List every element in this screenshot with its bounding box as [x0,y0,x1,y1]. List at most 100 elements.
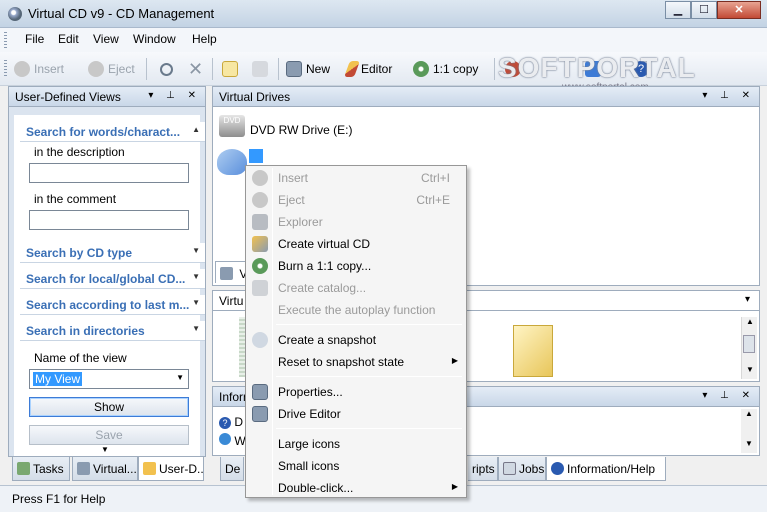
info-row-label: D [234,415,244,429]
minimize-button[interactable]: ▁ [665,1,691,19]
vertical-scrollbar[interactable]: ▲ ▼ [741,317,757,379]
tab-tasks[interactable]: Tasks [12,457,70,481]
jobs-icon [503,462,516,475]
dvd-drive-icon[interactable]: DVD [219,115,245,137]
scroll-up-icon[interactable]: ▲ [745,409,753,418]
save-button[interactable]: Save [29,425,189,445]
user-views-icon [143,462,156,475]
dropdown-arrow-icon: ▼ [176,373,184,382]
new-button[interactable]: New [286,60,330,78]
menu-double-click[interactable]: Double-click... ▶ [248,477,464,499]
show-button[interactable]: Show [29,397,189,417]
panel-title: Virtu [219,294,244,308]
tab-de[interactable]: De [220,457,244,481]
scroll-thumb[interactable] [743,335,755,353]
menu-shortcut: Ctrl+I [420,171,450,185]
view-name-select[interactable]: My View ▼ [29,369,189,389]
app-cd-icon [8,7,22,21]
tab-virtual[interactable]: Virtual... [72,457,138,481]
scroll-down-icon[interactable]: ▼ [745,439,753,448]
pin-button[interactable] [252,60,268,78]
tab-user-defined[interactable]: User-D... [138,457,204,481]
menu-label: Create virtual CD [278,237,371,251]
toolbar-separator [494,58,495,80]
comment-input[interactable] [29,210,189,230]
new-view-button[interactable] [222,60,238,78]
scroll-down-icon[interactable]: ▼ [101,445,109,454]
close-button[interactable]: ✕ [717,1,761,19]
menu-large-icons[interactable]: Large icons [248,433,464,455]
menu-create-snapshot[interactable]: Create a snapshot [248,329,464,351]
description-input[interactable] [29,163,189,183]
folder-icon[interactable] [513,325,553,377]
question-icon: ? [219,417,231,429]
virtual-drive-label-selected[interactable] [249,149,263,163]
eject-button[interactable]: Eject [88,60,135,78]
toolbar-grip-icon[interactable] [4,60,7,78]
menu-label: Explorer [278,215,323,229]
insert-button[interactable]: Insert [14,60,64,78]
menubar-grip-icon[interactable] [4,32,7,48]
maximize-button[interactable]: ☐ [691,1,717,19]
new-drive-icon [286,61,302,77]
group-title: Search according to last m... [26,298,190,312]
menu-shortcut: Ctrl+E [416,193,450,207]
editor-button[interactable]: Editor [344,60,392,78]
menu-window[interactable]: Window [133,32,176,46]
tab-label: De [225,462,241,476]
menu-reset-snapshot[interactable]: Reset to snapshot state ▶ [248,351,464,373]
vertical-scrollbar[interactable]: ▲ ▼ [741,409,757,453]
group-title: Search for words/charact... [26,125,181,139]
dropdown-arrow-icon[interactable]: ▾ [745,294,755,305]
menu-label: Large icons [278,437,341,451]
tab-label: Virtual... [93,462,137,476]
group-title: Search by CD type [26,246,133,260]
group-search-words[interactable]: Search for words/charact... ▲ [20,122,205,142]
tab-jobs[interactable]: Jobs [498,457,546,481]
info-row[interactable]: ? D [219,415,243,429]
menu-autoplay[interactable]: Execute the autoplay function [248,299,464,321]
menu-edit[interactable]: Edit [58,32,79,46]
user-defined-views-panel: User-Defined Views ▾ ⊥ ✕ Search for word… [8,86,206,457]
menu-create-catalog[interactable]: Create catalog... [248,277,464,299]
menu-properties[interactable]: Properties... [248,381,464,403]
menu-insert[interactable]: Insert Ctrl+I [248,167,464,189]
help-icon [551,462,564,475]
menu-drive-editor[interactable]: Drive Editor [248,403,464,425]
group-cd-type[interactable]: Search by CD type ▼ [20,243,205,263]
scroll-down-icon[interactable]: ▼ [746,365,754,374]
menu-create-virtual-cd[interactable]: Create virtual CD [248,233,464,255]
tab-label: User-D... [159,462,204,476]
panel-controls[interactable]: ▾ ⊥ ✕ [702,90,755,101]
delete-button[interactable]: ✕ [188,59,203,79]
menu-view[interactable]: View [93,32,119,46]
tab-scripts[interactable]: ripts [468,457,498,481]
menu-burn-copy[interactable]: Burn a 1:1 copy... [248,255,464,277]
create-cd-icon [252,236,268,252]
menu-file[interactable]: File [25,32,44,46]
expand-icon: ▼ [192,324,200,333]
eject-disc-icon [252,192,268,208]
scroll-up-icon[interactable]: ▲ [746,317,754,326]
dvd-drive-label[interactable]: DVD RW Drive (E:) [250,123,352,137]
properties-icon [252,384,268,400]
menu-help[interactable]: Help [192,32,217,46]
panel-controls[interactable]: ▾ ⊥ ✕ [702,390,755,401]
panel-header: Virtual Drives ▾ ⊥ ✕ [213,87,759,107]
menu-small-icons[interactable]: Small icons [248,455,464,477]
menu-explorer[interactable]: Explorer [248,211,464,233]
menu-eject[interactable]: Eject Ctrl+E [248,189,464,211]
toolbar-separator [146,58,147,80]
copy-button[interactable]: 1:1 copy [413,60,478,78]
submenu-arrow-icon: ▶ [451,356,458,365]
group-local-global[interactable]: Search for local/global CD... ▼ [20,269,205,289]
group-last-modified[interactable]: Search according to last m... ▼ [20,295,205,315]
catalog-icon [252,280,268,296]
tab-information-help[interactable]: Information/Help [546,457,666,481]
snapshot-icon [252,332,268,348]
virtual-drive-icon[interactable] [217,149,247,175]
panel-controls[interactable]: ▾ ⊥ ✕ [148,90,201,101]
info-row[interactable]: W [219,433,246,448]
group-directories[interactable]: Search in directories ▼ [20,321,205,341]
search-button[interactable] [160,60,173,78]
